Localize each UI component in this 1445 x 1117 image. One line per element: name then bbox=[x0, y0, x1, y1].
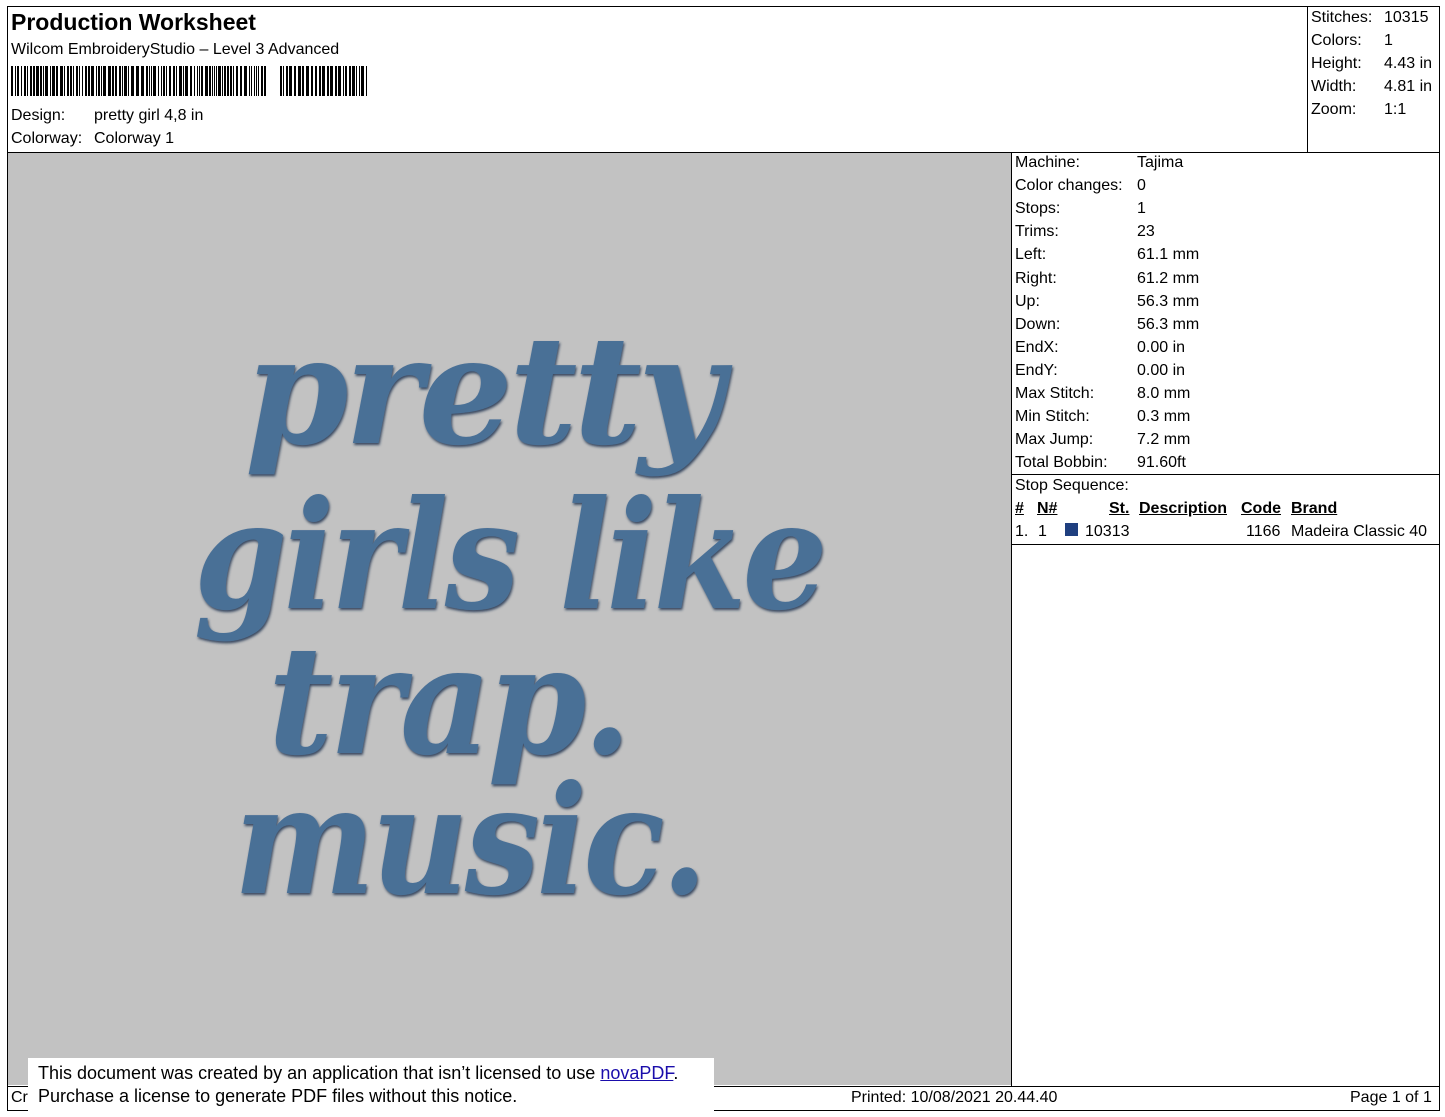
stat-label: Width: bbox=[1311, 78, 1357, 95]
row-num: 1. bbox=[1015, 523, 1029, 540]
col-n: N# bbox=[1037, 500, 1058, 517]
machine-info-value: 1 bbox=[1137, 200, 1146, 218]
stop-sequence-label: Stop Sequence: bbox=[1015, 477, 1129, 494]
design-preview: pretty girls like trap. music. bbox=[8, 153, 1011, 1085]
machine-info-value: 23 bbox=[1137, 223, 1155, 241]
embroidery-design: pretty girls like trap. music. bbox=[194, 303, 828, 929]
machine-info-row: Total Bobbin: 91.60ft bbox=[1015, 454, 1186, 472]
worksheet-title: Production Worksheet bbox=[11, 9, 256, 35]
license-notice: This document was created by an applicat… bbox=[28, 1058, 714, 1114]
machine-info-row: Down: 56.3 mm bbox=[1015, 315, 1199, 334]
machine-info-row: Trims: 23 bbox=[1015, 223, 1155, 241]
machine-info-label: EndY: bbox=[1015, 361, 1058, 379]
col-brand: Brand bbox=[1291, 500, 1338, 517]
machine-info-row: EndY: 0.00 in bbox=[1015, 361, 1185, 380]
machine-info-value: 0.00 in bbox=[1137, 361, 1186, 379]
stat-value: 4.43 in bbox=[1384, 55, 1433, 72]
machine-info-label: EndX: bbox=[1015, 338, 1059, 356]
software-name: Wilcom EmbroideryStudio – Level 3 Advanc… bbox=[11, 41, 340, 58]
stat-label: Zoom: bbox=[1311, 101, 1357, 118]
machine-info-value: 56.3 mm bbox=[1137, 315, 1200, 333]
stat-label: Stitches: bbox=[1311, 9, 1373, 26]
footer-left-fragment: Cr bbox=[11, 1089, 28, 1106]
col-st: St. bbox=[1109, 500, 1130, 517]
machine-info-label: Max Jump: bbox=[1015, 431, 1094, 449]
design-line-4: music. bbox=[234, 753, 704, 929]
design-value: pretty girl 4,8 in bbox=[94, 107, 204, 124]
machine-info-value: 61.2 mm bbox=[1137, 269, 1200, 287]
machine-info-row: Right: 61.2 mm bbox=[1015, 269, 1199, 288]
row-brand: Madeira Classic 40 bbox=[1291, 523, 1428, 540]
machine-info-label: Total Bobbin: bbox=[1015, 454, 1108, 472]
col-num: # bbox=[1015, 500, 1024, 517]
stat-value: 1 bbox=[1384, 32, 1393, 49]
machine-info-label: Left: bbox=[1015, 246, 1047, 264]
stat-value: 10315 bbox=[1384, 9, 1429, 26]
machine-info-value: 61.1 mm bbox=[1137, 246, 1200, 264]
machine-info-row: Min Stitch: 0.3 mm bbox=[1015, 408, 1190, 426]
machine-info-row: EndX: 0.00 in bbox=[1015, 338, 1185, 357]
machine-info-value: 8.0 mm bbox=[1137, 385, 1191, 402]
design-label: Design: bbox=[11, 107, 66, 124]
machine-info-label: Min Stitch: bbox=[1015, 408, 1090, 426]
machine-info-value: 0 bbox=[1137, 177, 1146, 195]
machine-info-value: 56.3 mm bbox=[1137, 292, 1200, 310]
machine-info-row: Max Jump: 7.2 mm bbox=[1015, 431, 1190, 449]
thread-color-swatch bbox=[1065, 523, 1078, 536]
stat-row: Width: 4.81 in bbox=[1311, 78, 1432, 96]
colorway-label: Colorway: bbox=[11, 130, 83, 147]
stat-row: Stitches: 10315 bbox=[1311, 9, 1429, 27]
machine-info-value: Tajima bbox=[1137, 154, 1184, 171]
notice-line1-prefix: This document was created by an applicat… bbox=[38, 1063, 601, 1083]
machine-info-label: Color changes: bbox=[1015, 177, 1123, 195]
novapdf-link[interactable]: novaPDF bbox=[600, 1063, 673, 1083]
machine-info-row: Max Stitch: 8.0 mm bbox=[1015, 385, 1190, 403]
notice-line1-suffix: . bbox=[673, 1063, 679, 1083]
machine-info-label: Right: bbox=[1015, 269, 1057, 287]
machine-info-row: Left: 61.1 mm bbox=[1015, 246, 1199, 264]
barcode bbox=[11, 66, 367, 96]
machine-info-label: Down: bbox=[1015, 315, 1061, 333]
stat-row: Colors: 1 bbox=[1311, 32, 1393, 50]
col-code: Code bbox=[1241, 500, 1281, 517]
stat-label: Colors: bbox=[1311, 32, 1362, 49]
machine-info-row: Up: 56.3 mm bbox=[1015, 292, 1199, 311]
machine-info-row: Stops: 1 bbox=[1015, 200, 1146, 218]
row-n: 1 bbox=[1038, 523, 1047, 540]
stat-row: Height: 4.43 in bbox=[1311, 55, 1432, 73]
machine-info-label: Up: bbox=[1015, 292, 1040, 310]
design-line-1: pretty bbox=[245, 303, 733, 479]
row-stitches: 10313 bbox=[1085, 523, 1130, 540]
machine-info-label: Trims: bbox=[1015, 223, 1059, 241]
machine-info-value: 7.2 mm bbox=[1137, 431, 1191, 449]
machine-info-row: Machine: Tajima bbox=[1015, 154, 1183, 172]
stat-row: Zoom: 1:1 bbox=[1311, 101, 1406, 119]
colorway-value: Colorway 1 bbox=[94, 130, 175, 147]
machine-info-label: Stops: bbox=[1015, 200, 1061, 218]
machine-info-value: 0.3 mm bbox=[1137, 408, 1191, 426]
stat-value: 4.81 in bbox=[1384, 78, 1433, 95]
stat-value: 1:1 bbox=[1384, 101, 1407, 118]
machine-info-row: Color changes: 0 bbox=[1015, 177, 1146, 195]
col-description: Description bbox=[1139, 500, 1228, 517]
row-code: 1166 bbox=[1246, 523, 1281, 540]
machine-info-label: Max Stitch: bbox=[1015, 385, 1095, 402]
stat-label: Height: bbox=[1311, 55, 1362, 72]
notice-line2: Purchase a license to generate PDF files… bbox=[38, 1086, 518, 1106]
machine-info-value: 0.00 in bbox=[1137, 338, 1186, 356]
page-number: Page 1 of 1 bbox=[1350, 1089, 1432, 1106]
machine-info-value: 91.60ft bbox=[1137, 454, 1186, 472]
printed-date: Printed: 10/08/2021 20.44.40 bbox=[851, 1089, 1058, 1106]
machine-info-label: Machine: bbox=[1015, 154, 1080, 171]
